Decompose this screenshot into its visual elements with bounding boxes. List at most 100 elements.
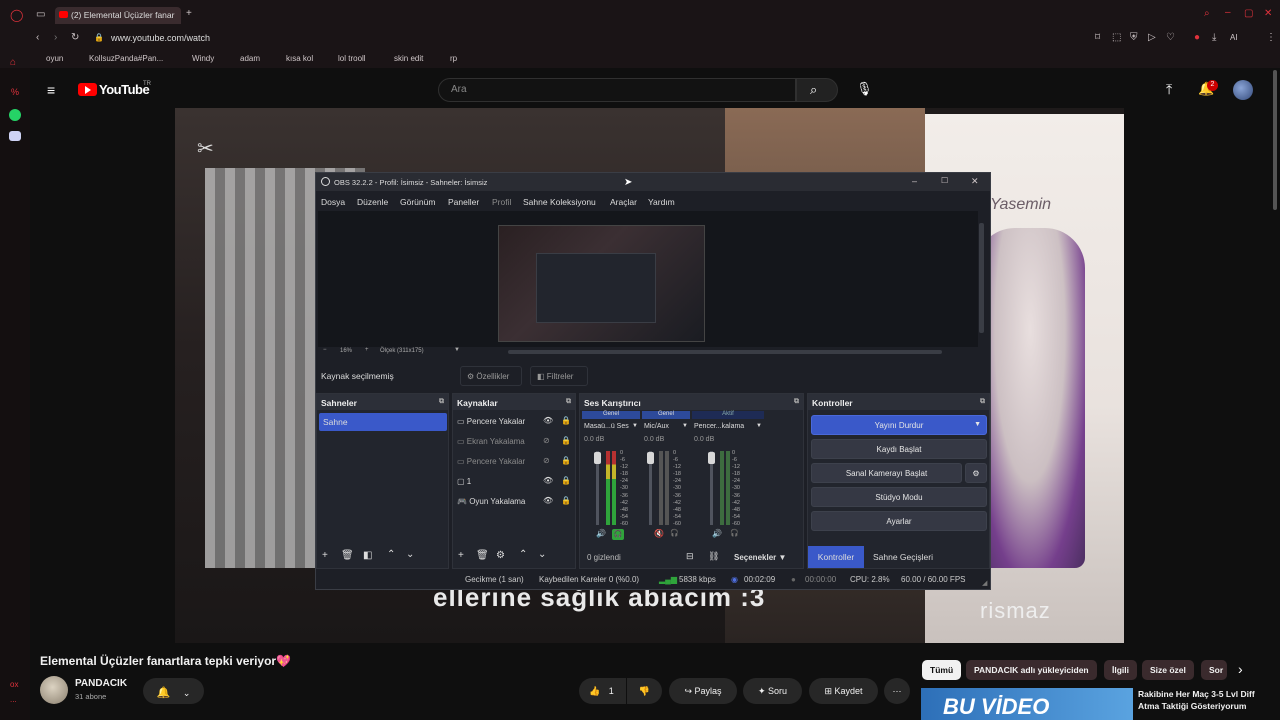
channel-dropdown-icon[interactable]: ▼ [632,423,638,429]
ask-button[interactable]: ✦ Soru [743,678,802,704]
channel-name[interactable]: PANDACIK [75,678,127,689]
source-item[interactable]: ▭ Pencere Yakalar 👁 🔒 [457,413,577,431]
download-icon[interactable]: ⤓ [1212,33,1216,43]
dock-menu-icon[interactable]: ⧉ [980,398,985,406]
volume-fader-knob[interactable] [594,452,601,464]
search-icon[interactable]: ⌕ [1204,9,1210,19]
channel-dropdown-icon[interactable]: ▼ [682,423,688,429]
forward-icon[interactable]: › [54,33,57,43]
voice-search-icon[interactable]: 🎙 [856,82,873,95]
search-input[interactable]: Ara [438,78,796,102]
profile-icon[interactable]: ● [1194,33,1200,43]
add-source-icon[interactable]: + [458,550,464,561]
studio-mode-button[interactable]: Stüdyo Modu [811,487,987,507]
chevron-right-icon[interactable]: › [1238,662,1243,676]
obs-minimize-icon[interactable]: – [912,177,917,186]
new-tab-icon[interactable]: + [186,9,192,19]
source-item[interactable]: ▢ 1 👁 🔒 [457,473,577,491]
bookmark-windy[interactable]: Windy [192,54,214,63]
tab-scene-transitions[interactable]: Sahne Geçişleri [866,546,940,568]
bookmark-kollsuz[interactable]: KollsuzPanda#Pan... [89,54,163,63]
link-icon[interactable]: ⛓ [708,551,719,562]
bookmark-icon[interactable]: ⌑ [1095,33,1100,43]
visibility-hidden-icon[interactable]: ⊘ [543,436,550,445]
channel-dropdown-icon[interactable]: ▼ [756,423,762,429]
channel-name[interactable]: Mic/Aux [644,423,669,430]
lock-icon[interactable]: 🔒 [561,416,571,425]
volume-fader-knob[interactable] [647,452,654,464]
reload-icon[interactable]: ↻ [71,33,79,43]
obs-close-icon[interactable]: ✕ [971,177,979,186]
menu-gorunum[interactable]: Görünüm [400,197,435,207]
channel-avatar[interactable] [40,676,68,704]
back-icon[interactable]: ‹ [36,33,39,43]
sidebar-home-icon[interactable]: ⌂ [10,58,16,68]
subscription-bell-button[interactable]: 🔔 ⌄ [143,678,204,704]
lock-icon[interactable]: 🔒 [561,496,571,505]
remove-scene-icon[interactable]: 🗑 [341,550,354,561]
source-item[interactable]: ▭ Ekran Yakalama ⊘ 🔒 [457,433,577,451]
menu-duzenle[interactable]: Düzenle [357,197,388,207]
upload-icon[interactable]: ⤒ [1166,82,1172,96]
chip-for-you[interactable]: Size özel [1142,660,1194,680]
bookmark-kisa-kol[interactable]: kısa kol [286,54,313,63]
preview-scrollbar-v[interactable] [979,223,984,333]
bookmark-rp[interactable]: rp [450,54,457,63]
move-up-icon[interactable]: ⌃ [519,549,527,560]
lock-icon[interactable]: 🔒 [561,436,571,445]
scene-filter-icon[interactable]: ◧ [363,550,372,561]
ai-icon[interactable]: AI [1230,34,1238,42]
obs-maximize-icon[interactable]: ☐ [941,177,948,185]
menu-yardim[interactable]: Yardım [648,197,675,207]
menu-dosya[interactable]: Dosya [321,197,345,207]
recommended-thumbnail[interactable]: BU VİDEO [921,688,1133,720]
play-icon[interactable]: ▷ [1148,33,1156,43]
menu-icon[interactable]: ⋮ [1266,33,1276,43]
like-button[interactable]: 👍 1 [579,678,626,704]
save-button[interactable]: ⊞ Kaydet [809,678,878,704]
scene-item[interactable]: Sahne [319,413,447,431]
options-dropdown[interactable]: Seçenekler ▼ [734,553,786,562]
chip-related[interactable]: İlgili [1104,660,1137,680]
settings-button[interactable]: Ayarlar [811,511,987,531]
close-icon[interactable]: ✕ [1264,9,1272,19]
filters-button[interactable]: ◧ Filtreler [530,366,588,386]
visibility-eye-icon[interactable]: 👁 [543,476,553,485]
bookmark-lol-trooll[interactable]: lol trooll [338,54,366,63]
dock-menu-icon[interactable]: ⧉ [794,398,799,406]
speaker-icon[interactable]: 🔊 [712,530,722,538]
dock-menu-icon[interactable]: ⧉ [566,398,571,406]
obs-title-bar[interactable]: OBS 32.2.2 - Profil: İsimsiz - Sahneler:… [316,173,990,191]
dislike-button[interactable]: 👎 [627,678,662,704]
start-virtual-camera-button[interactable]: Sanal Kamerayı Başlat [811,463,962,483]
discord-icon[interactable] [9,131,21,141]
more-actions-button[interactable]: ⋯ [884,678,910,704]
monitor-headphone-icon[interactable]: 🎧 [612,529,624,540]
stop-streaming-button[interactable]: Yayını Durdur ▼ [811,415,987,435]
zoom-out-icon[interactable]: − [323,347,327,353]
remove-source-icon[interactable]: 🗑 [476,550,489,561]
share-button[interactable]: ↪ Paylaş [669,678,737,704]
menu-profil[interactable]: Profil [492,197,511,207]
dock-menu-icon[interactable]: ⧉ [439,398,444,406]
visibility-eye-icon[interactable]: 👁 [543,496,553,505]
preview-scrollbar-h[interactable] [508,350,942,354]
channel-name[interactable]: Masaü...ü Ses [584,423,629,430]
tab-controls[interactable]: Kontroller [808,546,864,568]
minimize-icon[interactable]: – [1225,8,1231,18]
page-scrollbar[interactable] [1273,70,1277,210]
whatsapp-icon[interactable] [9,109,21,121]
chip-from-uploader[interactable]: PANDACIK adlı yükleyiciden [966,660,1097,680]
obs-preview[interactable] [318,211,978,347]
move-up-icon[interactable]: ⌃ [387,549,395,560]
add-scene-icon[interactable]: + [322,550,328,561]
snapshot-icon[interactable]: ⬚ [1112,33,1121,43]
visibility-hidden-icon[interactable]: ⊘ [543,456,550,465]
menu-sahne-koleksiyonu[interactable]: Sahne Koleksiyonu [523,197,596,207]
scale-dropdown-icon[interactable]: ▼ [454,347,460,353]
chip-all[interactable]: Tümü [922,660,962,680]
chip-partial[interactable]: Sor [1201,660,1227,680]
lock-icon[interactable]: 🔒 [561,476,571,485]
menu-araclar[interactable]: Araçlar [610,197,637,207]
avatar[interactable] [1233,80,1253,100]
